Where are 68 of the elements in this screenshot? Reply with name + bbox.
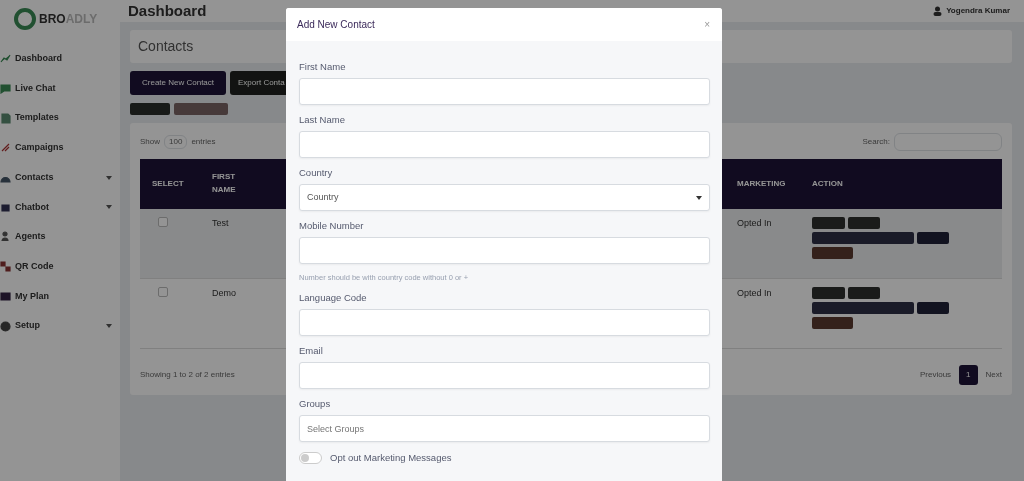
sidebar-item[interactable]: Setup xyxy=(0,311,120,341)
action-button[interactable] xyxy=(812,217,845,229)
chart-icon xyxy=(0,53,11,65)
row-checkbox[interactable] xyxy=(158,217,168,227)
input-field[interactable]: Select Groups xyxy=(299,415,710,442)
sidebar-item[interactable]: Templates xyxy=(0,103,120,134)
column-header[interactable]: ACTION xyxy=(812,179,843,188)
country-select[interactable]: Country xyxy=(299,184,710,211)
pagination-link[interactable]: Next xyxy=(985,369,1002,381)
action-button[interactable] xyxy=(917,302,949,314)
field-label: Last Name xyxy=(299,114,346,126)
sidebar-item[interactable]: Chatbot xyxy=(0,192,120,223)
entries-select[interactable]: 100 xyxy=(164,135,188,149)
field-label: Country xyxy=(299,167,334,179)
modal-title: Add New Contact xyxy=(297,18,375,32)
row-checkbox[interactable] xyxy=(158,287,168,297)
toggle-switch[interactable] xyxy=(299,452,322,465)
sidebar-item[interactable]: My Plan xyxy=(0,281,120,312)
show-label: Show xyxy=(140,136,160,148)
pagination-link[interactable]: 1 xyxy=(959,365,978,385)
action-button[interactable] xyxy=(917,232,949,244)
action-button[interactable] xyxy=(848,217,880,229)
user-name[interactable]: Yogendra Kumar xyxy=(946,5,1010,17)
tag[interactable] xyxy=(130,103,170,115)
sidebar-item[interactable]: Campaigns xyxy=(0,133,120,163)
input-field[interactable] xyxy=(299,309,710,336)
field-label: Mobile Number xyxy=(299,220,365,232)
input-field[interactable] xyxy=(299,78,710,105)
field-label: Language Code xyxy=(299,292,368,304)
input-field[interactable] xyxy=(299,362,710,389)
table-cell: Opted In xyxy=(737,288,772,298)
input-field[interactable] xyxy=(299,131,710,158)
action-button[interactable] xyxy=(812,232,914,244)
person-icon xyxy=(0,231,11,243)
entries-label: entries xyxy=(191,136,216,148)
chat-icon xyxy=(0,83,11,95)
pagination-link[interactable]: Previous xyxy=(919,369,952,381)
action-button[interactable] xyxy=(812,247,853,259)
column-header[interactable]: MARKETING xyxy=(737,179,786,188)
logo-icon xyxy=(14,8,36,30)
table-cell: Demo xyxy=(212,288,236,298)
table-cell: Opted In xyxy=(737,218,772,228)
document-icon xyxy=(0,112,11,124)
action-button[interactable] xyxy=(812,302,914,314)
sidebar-item[interactable]: Agents xyxy=(0,222,120,252)
input-field[interactable] xyxy=(299,237,710,264)
column-header[interactable]: SELECT xyxy=(152,179,184,188)
tag[interactable] xyxy=(174,103,228,115)
sidebar-item[interactable]: Dashboard xyxy=(0,44,120,74)
sidebar-item[interactable]: QR Code xyxy=(0,251,120,282)
field-label: Groups xyxy=(299,398,332,410)
caret-icon xyxy=(696,195,702,200)
field-label: Email xyxy=(299,345,324,357)
search-label: Search: xyxy=(862,136,890,148)
action-button[interactable] xyxy=(848,287,880,299)
user-icon xyxy=(933,6,943,16)
close-button[interactable]: × xyxy=(704,19,710,30)
toggle-label: Opt out Marketing Messages xyxy=(330,451,452,465)
field-label: First Name xyxy=(299,61,347,73)
page-title: Dashboard xyxy=(128,2,207,20)
sidebar-item[interactable]: Live Chat xyxy=(0,73,120,104)
sidebar-item[interactable]: Contacts xyxy=(0,162,120,193)
action-button[interactable] xyxy=(812,317,853,329)
table-cell: Test xyxy=(212,218,229,228)
action-button[interactable] xyxy=(812,287,845,299)
action-button[interactable]: Create New Contact xyxy=(130,71,227,95)
table-info: Showing 1 to 2 of 2 entries xyxy=(140,369,235,381)
column-header[interactable]: FIRST NAME xyxy=(212,171,242,197)
